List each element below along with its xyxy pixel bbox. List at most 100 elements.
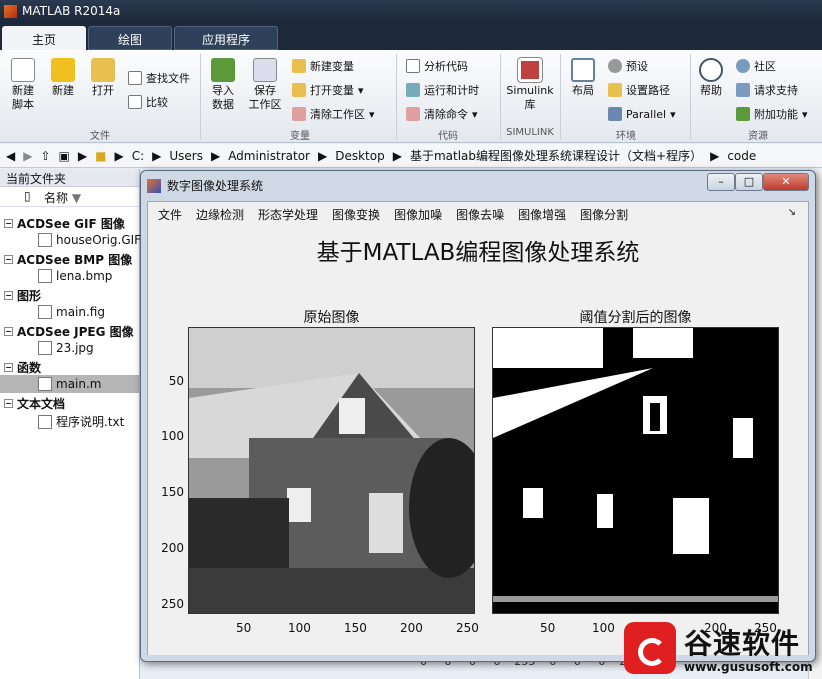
menu-file[interactable]: 文件 — [158, 206, 182, 223]
menu-segmentation[interactable]: 图像分割 — [580, 206, 628, 223]
community-icon — [736, 59, 750, 73]
name-column-header[interactable]: ▯ 名称 ▼ — [0, 187, 139, 207]
layout-icon — [571, 58, 595, 82]
tab-plots[interactable]: 绘图 — [88, 26, 172, 50]
bmp-file-icon — [38, 269, 52, 283]
community-button[interactable]: 社区 — [736, 57, 776, 75]
file-readme-txt[interactable]: 程序说明.txt — [38, 413, 124, 430]
clear-workspace-icon — [292, 107, 306, 121]
category-text[interactable]: − 文本文档 — [4, 395, 65, 412]
window-title: MATLAB R2014a — [22, 4, 121, 18]
group-simulink-label: SIMULINK — [506, 127, 554, 138]
breadcrumb-administrator[interactable]: Administrator — [228, 149, 310, 163]
breadcrumb-project[interactable]: 基于matlab编程图像处理系统课程设计（文档+程序） — [410, 147, 702, 164]
ribbon-divider — [200, 54, 201, 140]
txt-file-icon — [38, 414, 52, 429]
category-label: 图形 — [17, 289, 42, 303]
address-bar[interactable]: ◀ ▶ ⇧ ▣ ▶ ■ ▶ C: ▶ Users ▶ Administrator… — [0, 144, 822, 168]
open-button[interactable]: 打开 — [86, 58, 120, 98]
file-lena-bmp[interactable]: lena.bmp — [38, 269, 112, 283]
maximize-button[interactable]: □ — [735, 173, 763, 191]
thresholded-image — [493, 328, 778, 613]
watermark-url: www.gususoft.com — [684, 660, 813, 674]
file-houseorig-gif[interactable]: houseOrig.GIF — [38, 233, 141, 247]
original-image-axes — [188, 327, 475, 614]
analyze-code-icon — [406, 59, 420, 73]
category-label: ACDSee GIF 图像 — [17, 217, 125, 231]
menu-image-transform[interactable]: 图像变换 — [332, 206, 380, 223]
ribbon-tabs: 主页 绘图 应用程序 — [0, 24, 822, 50]
new-script-icon — [11, 58, 35, 82]
request-support-button[interactable]: 请求支持 — [736, 81, 798, 99]
clear-workspace-label: 清除工作区 — [310, 108, 365, 121]
collapse-icon[interactable]: − — [4, 399, 13, 408]
new-variable-label: 新建变量 — [310, 60, 354, 73]
file-main-fig[interactable]: main.fig — [38, 305, 105, 319]
y-tick: 100 — [161, 429, 184, 443]
figure-window: 数字图像处理系统 – □ ✕ 文件 边缘检测 形态学处理 图像变换 图像加噪 图… — [140, 170, 816, 662]
clear-workspace-button[interactable]: 清除工作区 ▾ — [292, 105, 375, 123]
clear-commands-button[interactable]: 清除命令 ▾ — [406, 105, 478, 123]
menu-denoise[interactable]: 图像去噪 — [456, 206, 504, 223]
close-button[interactable]: ✕ — [763, 173, 809, 191]
gear-icon — [608, 59, 622, 73]
breadcrumb-sep-icon: ▶ — [392, 148, 402, 163]
breadcrumb-sep-icon: ▶ — [318, 148, 328, 163]
layout-button[interactable]: 布局 — [566, 58, 600, 98]
browse-folder-icon[interactable]: ▣ — [59, 149, 70, 163]
minimize-button[interactable]: – — [707, 173, 735, 191]
breadcrumb-sep-icon: ▶ — [152, 148, 162, 163]
collapse-icon[interactable]: − — [4, 327, 13, 336]
separator-icon: ▶ — [77, 148, 88, 163]
preferences-button[interactable]: 预设 — [608, 57, 648, 75]
forward-arrow-icon[interactable]: ▶ — [23, 149, 32, 163]
breadcrumb-desktop[interactable]: Desktop — [335, 149, 385, 163]
add-ons-button[interactable]: 附加功能 ▾ — [736, 105, 808, 123]
new-variable-icon — [292, 59, 306, 73]
new-button[interactable]: 新建 — [46, 58, 80, 98]
tab-apps[interactable]: 应用程序 — [174, 26, 278, 50]
category-figure[interactable]: − 图形 — [4, 287, 41, 304]
collapse-icon[interactable]: − — [4, 219, 13, 228]
help-label: 帮助 — [700, 84, 722, 97]
import-data-button[interactable]: 导入 数据 — [206, 58, 240, 112]
new-script-label: 新建 脚本 — [12, 84, 34, 111]
category-gif[interactable]: − ACDSee GIF 图像 — [4, 215, 125, 232]
breadcrumb-users[interactable]: Users — [169, 149, 203, 163]
file-23-jpg[interactable]: 23.jpg — [38, 341, 94, 355]
chevron-down-icon: ▾ — [369, 107, 375, 121]
menu-morphology[interactable]: 形态学处理 — [258, 206, 318, 223]
x-tick: 50 — [236, 621, 252, 635]
help-button[interactable]: 帮助 — [694, 58, 728, 98]
breadcrumb-code[interactable]: code — [727, 149, 756, 163]
axes-right-title: 阈值分割后的图像 — [579, 310, 692, 326]
up-folder-icon[interactable]: ⇧ — [40, 149, 50, 163]
simulink-library-button[interactable]: Simulink 库 — [504, 57, 556, 112]
new-variable-button[interactable]: 新建变量 — [292, 57, 354, 75]
category-bmp[interactable]: − ACDSee BMP 图像 — [4, 251, 132, 268]
save-workspace-button[interactable]: 保存 工作区 — [246, 58, 284, 112]
category-function[interactable]: − 函数 — [4, 359, 41, 376]
group-resources-label: 资源 — [748, 131, 768, 142]
category-jpeg[interactable]: − ACDSee JPEG 图像 — [4, 323, 134, 340]
find-files-button[interactable]: 查找文件 — [128, 69, 190, 87]
collapse-icon[interactable]: − — [4, 255, 13, 264]
collapse-icon[interactable]: − — [4, 363, 13, 372]
open-variable-button[interactable]: 打开变量 ▾ — [292, 81, 364, 99]
menu-add-noise[interactable]: 图像加噪 — [394, 206, 442, 223]
file-main-m[interactable]: main.m — [0, 375, 140, 393]
new-script-button[interactable]: 新建 脚本 — [6, 58, 40, 112]
set-path-button[interactable]: 设置路径 — [608, 81, 670, 99]
menu-enhance[interactable]: 图像增强 — [518, 206, 566, 223]
compare-button[interactable]: 比较 — [128, 93, 168, 111]
run-and-time-button[interactable]: 运行和计时 — [406, 81, 479, 99]
breadcrumb-c[interactable]: C: — [132, 149, 144, 163]
analyze-code-button[interactable]: 分析代码 — [406, 57, 468, 75]
back-arrow-icon[interactable]: ◀ — [6, 149, 15, 163]
parallel-button[interactable]: Parallel ▾ — [608, 105, 676, 123]
menu-edge-detection[interactable]: 边缘检测 — [196, 206, 244, 223]
add-ons-label: 附加功能 — [754, 108, 798, 121]
collapse-icon[interactable]: − — [4, 291, 13, 300]
toolbar-toggle-icon[interactable]: ↘ — [788, 207, 796, 218]
tab-home[interactable]: 主页 — [2, 26, 86, 50]
